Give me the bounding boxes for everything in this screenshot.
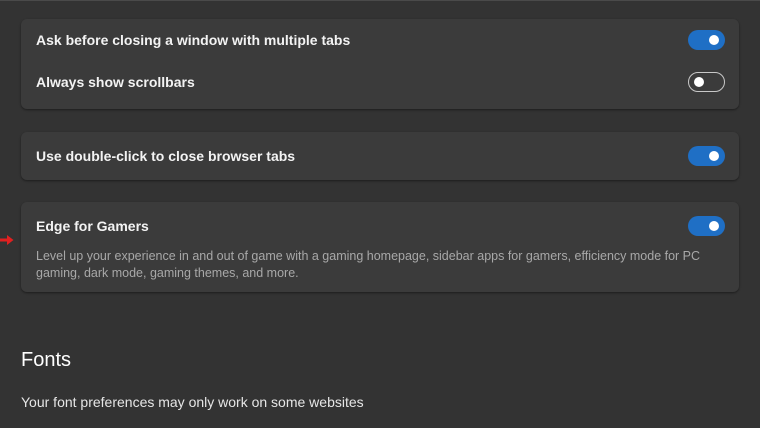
red-arrow-icon (0, 235, 14, 245)
edge-for-gamers-title: Edge for Gamers (36, 218, 149, 234)
edge-for-gamers-card: Edge for Gamers Level up your experience… (21, 202, 739, 292)
ask-before-closing-label: Ask before closing a window with multipl… (36, 32, 351, 48)
always-show-scrollbars-toggle[interactable] (688, 72, 725, 92)
ask-before-closing-row: Ask before closing a window with multipl… (21, 19, 739, 61)
tabs-settings-card: Ask before closing a window with multipl… (21, 19, 739, 109)
double-click-close-row: Use double-click to close browser tabs (21, 132, 739, 180)
double-click-close-label: Use double-click to close browser tabs (36, 148, 296, 164)
fonts-section-title: Fonts (21, 349, 72, 371)
double-click-card: Use double-click to close browser tabs (21, 132, 739, 180)
edge-for-gamers-row: Edge for Gamers (21, 202, 739, 250)
edge-for-gamers-description: Level up your experience in and out of g… (36, 249, 701, 280)
fonts-section-subtitle: Your font preferences may only work on s… (21, 394, 364, 410)
always-show-scrollbars-label: Always show scrollbars (36, 74, 195, 90)
double-click-close-toggle[interactable] (688, 146, 725, 166)
ask-before-closing-toggle[interactable] (688, 30, 725, 50)
settings-page: Ask before closing a window with multipl… (0, 0, 760, 428)
edge-for-gamers-toggle[interactable] (688, 216, 725, 236)
always-show-scrollbars-row: Always show scrollbars (21, 61, 739, 103)
